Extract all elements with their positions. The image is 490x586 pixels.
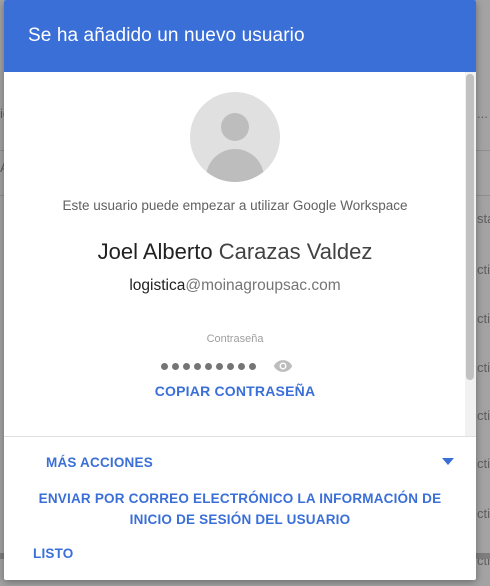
user-last-name: Carazas Valdez (218, 239, 373, 264)
password-dot (205, 362, 212, 370)
dialog-scrollbar-thumb[interactable] (466, 74, 474, 380)
chevron-down-icon[interactable] (442, 458, 454, 465)
bg-fragment: ctiv (477, 262, 490, 277)
bg-fragment: ctiv (477, 506, 490, 521)
workspace-info-text: Este usuario puede empezar a utilizar Go… (62, 198, 408, 213)
password-dot (194, 362, 201, 370)
avatar-placeholder-icon (190, 92, 280, 182)
bg-fragment: ctiv (477, 456, 490, 471)
email-login-info-button[interactable]: ENVIAR POR CORREO ELECTRÓNICO LA INFORMA… (24, 488, 456, 530)
password-label: Contraseña (206, 333, 264, 345)
password-dot (172, 362, 179, 370)
password-dot (216, 362, 223, 370)
password-dot (238, 362, 245, 370)
new-user-dialog: Se ha añadido un nuevo usuario Este usua… (4, 0, 476, 580)
dialog-body[interactable]: Este usuario puede empezar a utilizar Go… (4, 72, 476, 436)
dialog-header: Se ha añadido un nuevo usuario (4, 0, 476, 72)
user-email-local: logistica (129, 277, 186, 294)
password-row (161, 358, 293, 374)
user-full-name: Joel Alberto Carazas Valdez (4, 239, 466, 265)
dialog-title: Se ha añadido un nuevo usuario (28, 25, 305, 46)
password-dot (161, 362, 168, 370)
done-button[interactable]: LISTO (33, 546, 74, 561)
copy-password-button[interactable]: COPIAR CONTRASEÑA (4, 383, 466, 399)
bg-fragment: sta (477, 211, 490, 226)
bg-fragment: ctiv (477, 311, 490, 326)
more-actions-button[interactable]: MÁS ACCIONES (46, 455, 153, 470)
password-masked-value (161, 362, 256, 370)
bg-fragment: ctiv (477, 408, 490, 423)
bg-fragment: ctiv (477, 360, 490, 375)
user-email-domain: @moinagroupsac.com (185, 277, 341, 294)
avatar-head (221, 113, 249, 141)
password-dot (249, 362, 256, 370)
dialog-scrollbar[interactable] (465, 72, 476, 436)
bg-fragment: ... (477, 106, 488, 121)
password-dot (227, 362, 234, 370)
eye-icon[interactable] (273, 359, 293, 373)
user-first-name: Joel Alberto (97, 239, 213, 264)
password-dot (183, 362, 190, 370)
avatar-shoulders (206, 149, 264, 182)
dialog-footer: MÁS ACCIONES ENVIAR POR CORREO ELECTRÓNI… (4, 437, 476, 580)
user-email: logistica@moinagroupsac.com (4, 277, 466, 295)
